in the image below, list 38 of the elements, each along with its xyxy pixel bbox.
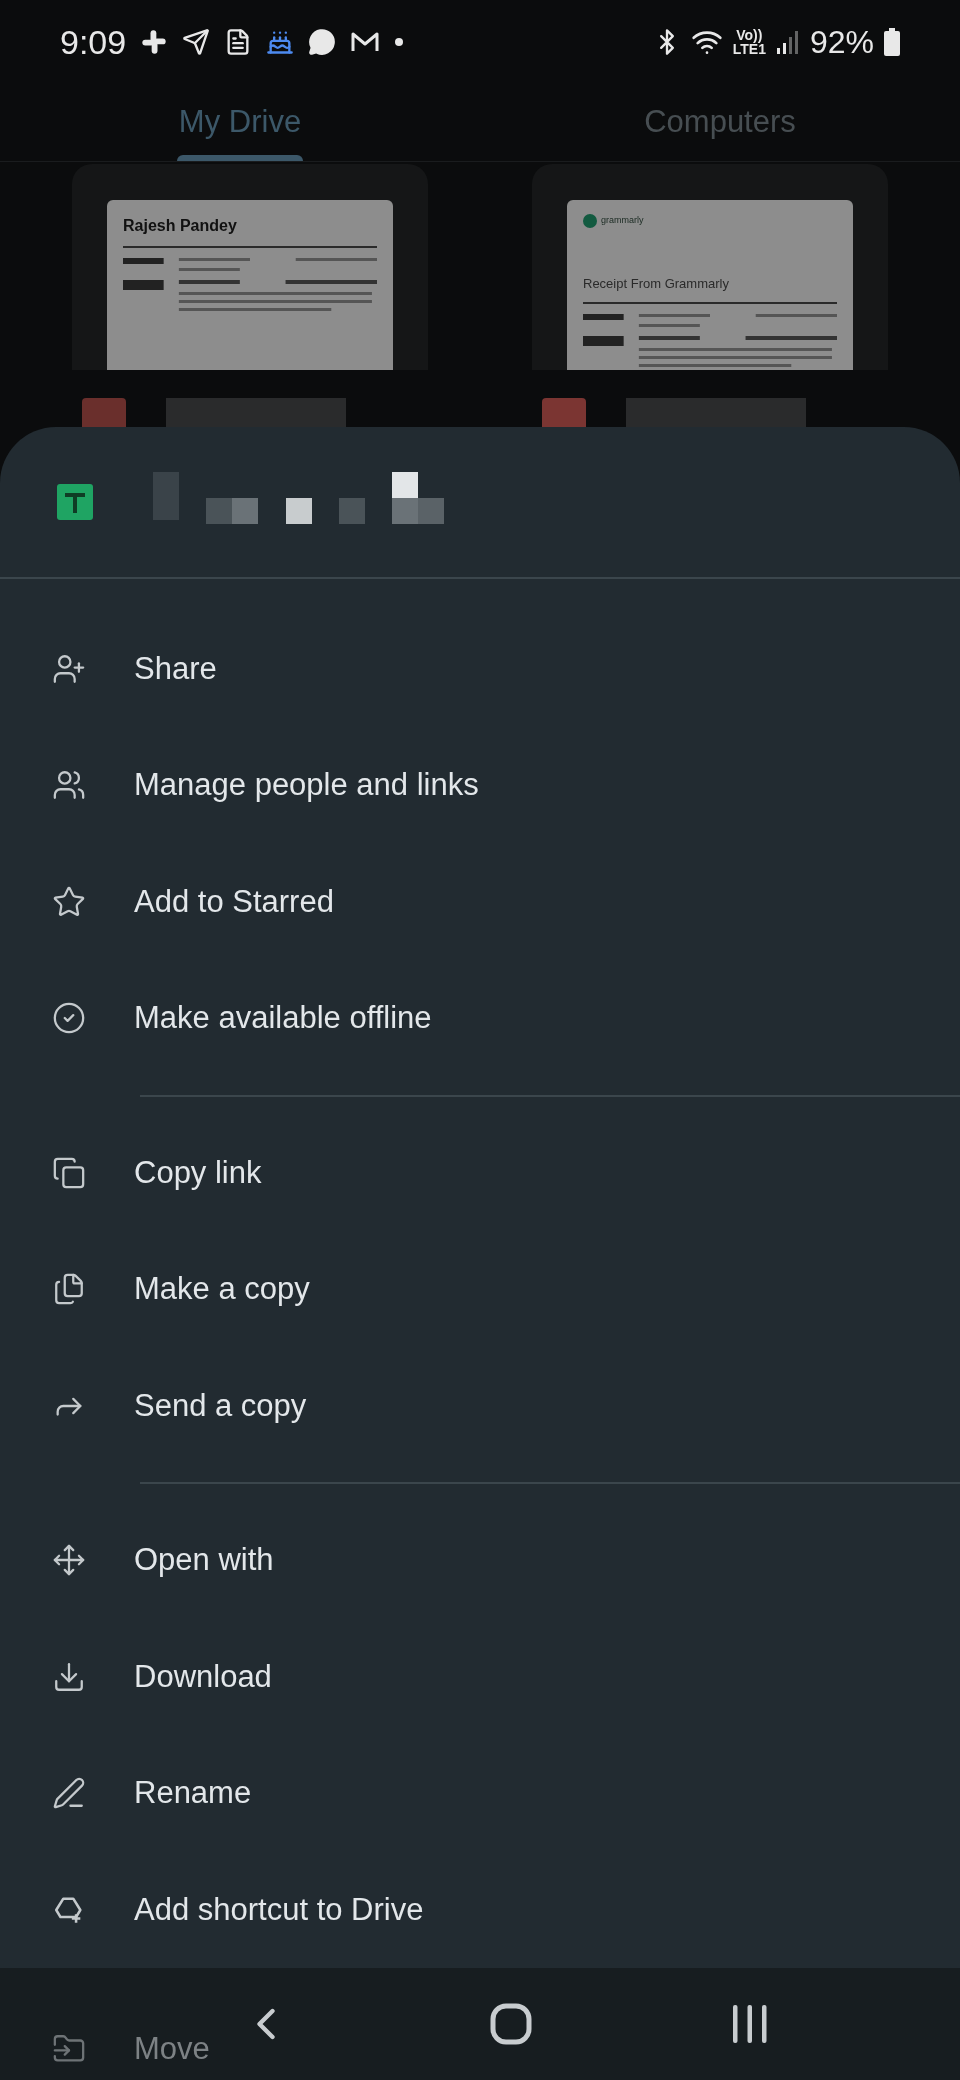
recent-apps-icon[interactable]	[730, 2004, 770, 2044]
menu-item[interactable]: Add to Starred	[0, 843, 960, 960]
logo-icon	[583, 214, 597, 228]
battery-percent: 92%	[809, 23, 874, 62]
menu-item[interactable]: Make available offline	[0, 960, 960, 1077]
home-icon[interactable]	[490, 2003, 532, 2045]
logo-text: grammarly	[601, 214, 644, 228]
document-title: Rajesh Pandey	[123, 216, 238, 236]
menu-item[interactable]: Send a copy	[0, 1347, 960, 1464]
file-card[interactable]: grammarly Receipt From Grammarly	[532, 164, 888, 370]
file-type-icon	[542, 398, 586, 430]
menu-item[interactable]: Add shortcut to Drive	[0, 1851, 960, 1968]
chat-bubble-icon	[308, 28, 337, 56]
dot-icon	[394, 37, 405, 47]
file-type-icon	[82, 398, 126, 430]
clock-time: 9:09	[60, 21, 127, 63]
network-label: Vo))	[736, 28, 763, 42]
menu-item[interactable]: Open with	[0, 1502, 960, 1619]
file-card[interactable]: Rajesh Pandey	[72, 164, 428, 370]
menu-item[interactable]: Manage people and links	[0, 727, 960, 844]
circle-check-icon	[52, 1001, 86, 1036]
copy-icon	[52, 1155, 86, 1190]
menu-item[interactable]: Move	[0, 2025, 240, 2080]
pen-icon	[52, 1776, 86, 1811]
files-icon	[52, 1272, 86, 1307]
menu-item[interactable]: Download	[0, 1618, 960, 1735]
menu-item[interactable]: Rename	[0, 1735, 960, 1852]
signal-icon	[775, 29, 800, 55]
star-icon	[52, 884, 86, 919]
document-title: Receipt From Grammarly	[583, 275, 730, 293]
network-label: LTE1	[732, 42, 766, 56]
battery-icon	[884, 28, 900, 56]
menu-item[interactable]: Copy link	[0, 1114, 960, 1231]
spreadsheet-icon	[57, 483, 93, 520]
paper-plane-icon	[182, 28, 211, 56]
menu-item[interactable]: Share	[0, 610, 960, 727]
menu-item[interactable]: Make a copy	[0, 1231, 960, 1348]
four-arrows-icon	[52, 1543, 86, 1578]
